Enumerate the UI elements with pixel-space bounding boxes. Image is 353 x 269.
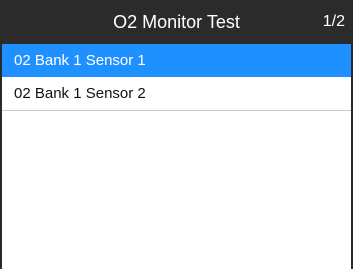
empty-list-area [2,111,351,269]
header-bar: O2 Monitor Test 1/2 [2,0,351,44]
screen-title: O2 Monitor Test [113,12,240,32]
page-indicator: 1/2 [322,13,345,30]
sensor-list: 02 Bank 1 Sensor 1 02 Bank 1 Sensor 2 [2,44,351,111]
list-item-bank1-sensor1[interactable]: 02 Bank 1 Sensor 1 [2,44,351,77]
list-item-bank1-sensor2[interactable]: 02 Bank 1 Sensor 2 [2,77,351,111]
o2-monitor-test-screen: O2 Monitor Test 1/2 02 Bank 1 Sensor 1 0… [0,0,353,269]
